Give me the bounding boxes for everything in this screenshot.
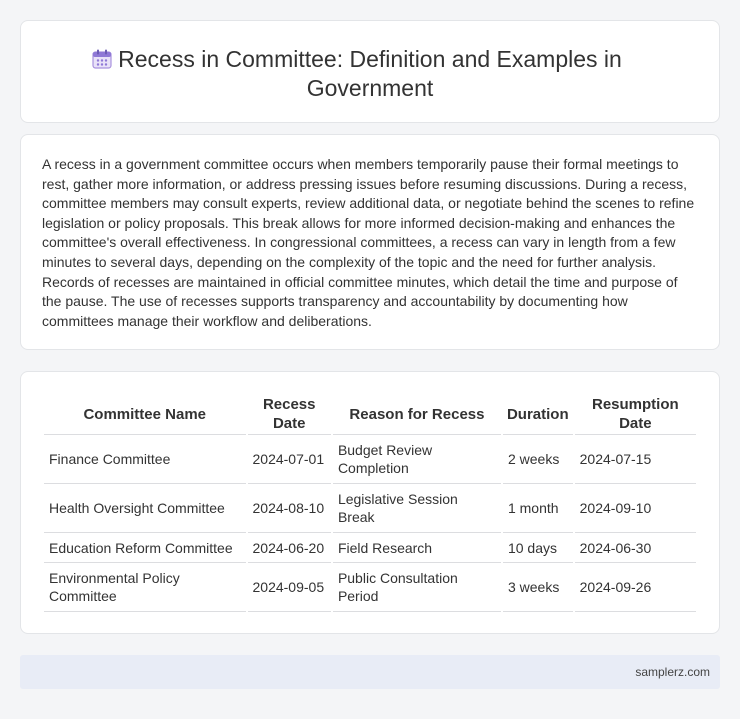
table-row: Health Oversight Committee 2024-08-10 Le… <box>44 484 696 533</box>
header-reason: Reason for Recess <box>332 394 501 435</box>
cell-recess-date: 2024-09-05 <box>247 563 331 612</box>
header-committee-name: Committee Name <box>44 394 246 435</box>
cell-reason: Field Research <box>332 533 501 563</box>
cell-resumption-date: 2024-09-26 <box>574 563 696 612</box>
cell-recess-date: 2024-07-01 <box>247 435 331 484</box>
cell-duration: 2 weeks <box>502 435 573 484</box>
cell-reason: Budget Review Completion <box>332 435 501 484</box>
title-card: Recess in Committee: Definition and Exam… <box>20 20 720 123</box>
header-recess-date: Recess Date <box>247 394 331 435</box>
cell-recess-date: 2024-08-10 <box>247 484 331 533</box>
recess-table: Committee Name Recess Date Reason for Re… <box>42 394 698 612</box>
cell-resumption-date: 2024-09-10 <box>574 484 696 533</box>
cell-reason: Public Consultation Period <box>332 563 501 612</box>
intro-card: A recess in a government committee occur… <box>20 134 720 350</box>
footer-source: samplerz.com <box>635 665 710 679</box>
cell-committee-name: Education Reform Committee <box>44 533 246 563</box>
cell-resumption-date: 2024-07-15 <box>574 435 696 484</box>
cell-committee-name: Finance Committee <box>44 435 246 484</box>
cell-recess-date: 2024-06-20 <box>247 533 331 563</box>
cell-committee-name: Health Oversight Committee <box>44 484 246 533</box>
table-header-row: Committee Name Recess Date Reason for Re… <box>44 394 696 435</box>
cell-committee-name: Environmental Policy Committee <box>44 563 246 612</box>
cell-duration: 3 weeks <box>502 563 573 612</box>
cell-duration: 1 month <box>502 484 573 533</box>
cell-resumption-date: 2024-06-30 <box>574 533 696 563</box>
footer-bar: samplerz.com <box>20 655 720 689</box>
table-row: Environmental Policy Committee 2024-09-0… <box>44 563 696 612</box>
table-row: Finance Committee 2024-07-01 Budget Revi… <box>44 435 696 484</box>
intro-paragraph: A recess in a government committee occur… <box>42 156 695 329</box>
header-duration: Duration <box>502 394 573 435</box>
table-card: Committee Name Recess Date Reason for Re… <box>20 371 720 634</box>
header-resumption-date: Resumption Date <box>574 394 696 435</box>
table-row: Education Reform Committee 2024-06-20 Fi… <box>44 533 696 563</box>
page-title: Recess in Committee: Definition and Exam… <box>118 46 622 101</box>
cell-reason: Legislative Session Break <box>332 484 501 533</box>
cell-duration: 10 days <box>502 533 573 563</box>
